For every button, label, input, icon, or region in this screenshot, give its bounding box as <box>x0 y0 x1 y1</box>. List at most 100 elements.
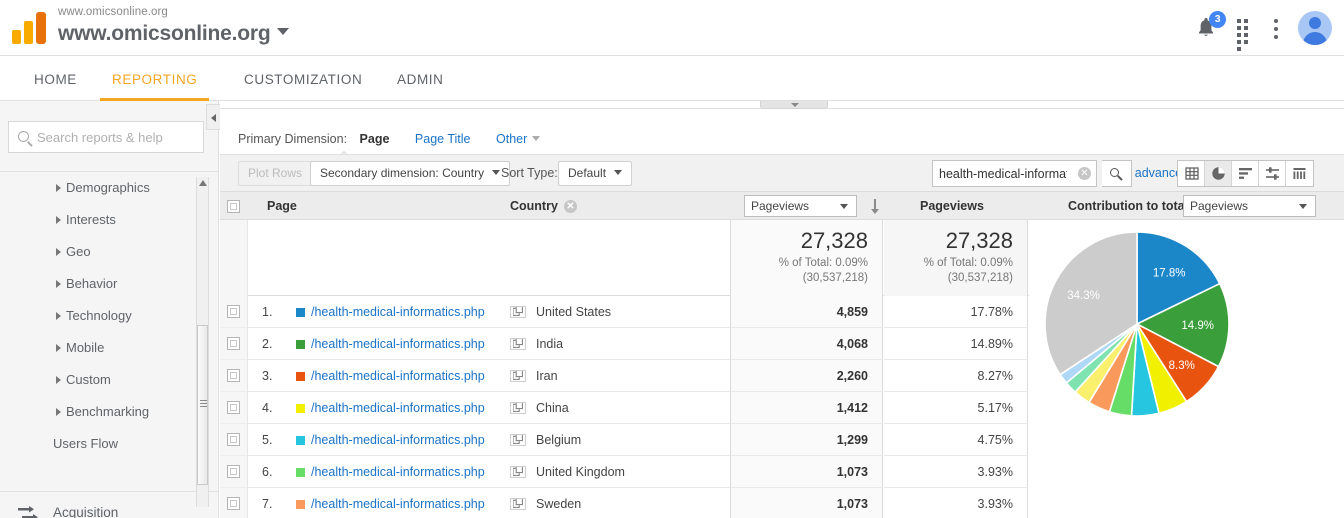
nav-tab-home[interactable]: HOME <box>22 56 89 101</box>
sidebar-item-label: Demographics <box>66 180 150 195</box>
user-avatar[interactable] <box>1298 11 1332 45</box>
row-checkbox[interactable] <box>227 369 240 382</box>
column-header-country[interactable]: Country ✕ <box>510 192 577 221</box>
sidebar-item-custom[interactable]: Custom <box>0 364 219 396</box>
comparison-view-icon[interactable] <box>1259 161 1286 186</box>
row-checkbox[interactable] <box>227 433 240 446</box>
row-page-link[interactable]: /health-medical-informatics.php <box>311 424 485 456</box>
remove-secondary-dimension-icon[interactable]: ✕ <box>563 200 577 213</box>
panel-collapse-handle[interactable] <box>760 101 828 109</box>
row-pageviews-value: 1,073 <box>731 456 883 488</box>
nav-tab-admin[interactable]: ADMIN <box>385 56 456 101</box>
pie-chart-view-icon[interactable] <box>1205 161 1232 186</box>
row-checkbox-cell <box>220 360 248 392</box>
search-reports-input[interactable] <box>37 122 197 152</box>
clear-search-icon[interactable]: ✕ <box>1078 167 1091 180</box>
sidebar-item-demographics[interactable]: Demographics <box>0 172 219 204</box>
sidebar-item-users-flow[interactable]: Users Flow <box>0 428 219 460</box>
row-checkbox-cell <box>220 488 248 518</box>
sidebar-item-interests[interactable]: Interests <box>0 204 219 236</box>
scrollbar-thumb[interactable] <box>197 325 208 485</box>
primary-dimension-bar: Primary Dimension: Page Page Title Other <box>220 124 1344 154</box>
row-page-link[interactable]: /health-medical-informatics.php <box>311 456 485 488</box>
chevron-down-icon <box>791 103 799 107</box>
metric-select[interactable]: Pageviews <box>744 195 857 217</box>
row-checkbox[interactable] <box>227 401 240 414</box>
country-flag-icon <box>510 338 526 350</box>
row-country-name: Sweden <box>536 497 582 511</box>
row-contribution-value: 4.75% <box>884 424 1028 456</box>
sidebar-item-acquisition[interactable]: Acquisition <box>0 493 219 518</box>
table-search-input[interactable] <box>939 161 1067 186</box>
pivot-view-icon[interactable] <box>1286 161 1313 186</box>
row-page-link[interactable]: /health-medical-informatics.php <box>311 360 485 392</box>
chevron-down-icon <box>492 170 501 175</box>
primary-dimension-other[interactable]: Other <box>496 132 527 146</box>
sidebar-item-technology[interactable]: Technology <box>0 300 219 332</box>
row-page-link[interactable]: /health-medical-informatics.php <box>311 328 485 360</box>
chevron-down-icon[interactable] <box>277 28 290 35</box>
row-checkbox[interactable] <box>227 305 240 318</box>
column-header-pageviews[interactable]: Pageviews <box>920 192 984 221</box>
sidebar-item-mobile[interactable]: Mobile <box>0 332 219 364</box>
row-country-cell: Iran <box>510 360 731 392</box>
chevron-down-icon[interactable] <box>532 136 541 141</box>
scroll-up-icon[interactable] <box>199 180 207 186</box>
contribution-metric-select[interactable]: Pageviews <box>1183 195 1316 217</box>
table-view-icon[interactable] <box>1178 161 1205 186</box>
row-country-cell: United States <box>510 296 731 328</box>
main-content: Primary Dimension: Page Page Title Other… <box>220 101 1344 518</box>
row-color-swatch <box>296 308 305 317</box>
sort-descending-icon[interactable] <box>869 199 881 215</box>
primary-dimension-label: Primary Dimension: <box>238 132 348 146</box>
sidebar-collapse-button[interactable] <box>206 104 220 130</box>
column-header-page[interactable]: Page <box>267 192 297 221</box>
secondary-dimension-button[interactable]: Secondary dimension: Country <box>310 161 511 186</box>
sidebar-search[interactable] <box>8 121 204 153</box>
table-search-button[interactable] <box>1102 160 1132 187</box>
apps-grid-icon[interactable] <box>1236 19 1255 51</box>
sidebar-item-geo[interactable]: Geo <box>0 236 219 268</box>
nav-tab-reporting[interactable]: REPORTING <box>100 56 210 101</box>
country-flag-icon <box>510 466 526 478</box>
row-page-cell: 7. /health-medical-informatics.php <box>248 488 523 518</box>
primary-dimension-page-title[interactable]: Page Title <box>415 132 471 146</box>
row-checkbox-cell <box>220 328 248 360</box>
row-page-link[interactable]: /health-medical-informatics.php <box>311 392 485 424</box>
primary-dimension-page[interactable]: Page <box>360 132 390 146</box>
brand-block: www.omicsonline.org www.omicsonline.org <box>58 4 290 48</box>
pie-slice-label: 8.3% <box>1169 360 1195 372</box>
row-checkbox[interactable] <box>227 465 240 478</box>
sidebar-item-label: Interests <box>66 212 116 227</box>
row-country-cell: United Kingdom <box>510 456 731 488</box>
sort-type-select[interactable]: Default <box>558 161 633 186</box>
sidebar-item-list: Demographics Interests Geo Behavior Tech… <box>0 172 219 460</box>
nav-tab-customization[interactable]: CUSTOMIZATION <box>232 56 374 101</box>
notifications-bell-icon[interactable]: 3 <box>1195 11 1227 40</box>
row-pageviews-value: 4,859 <box>731 296 883 328</box>
sort-type-value: Default <box>568 166 607 180</box>
chevron-right-icon <box>56 376 61 384</box>
pie-slice-label: 14.9% <box>1181 320 1214 332</box>
row-checkbox[interactable] <box>227 337 240 350</box>
more-options-icon[interactable] <box>1274 18 1279 39</box>
select-all-checkbox[interactable] <box>227 200 240 213</box>
totals-pageviews-absolute: (30,537,218) <box>802 272 868 284</box>
row-color-swatch <box>296 436 305 445</box>
row-page-link[interactable]: /health-medical-informatics.php <box>311 488 485 518</box>
contribution-pie-chart[interactable]: 17.8% 14.9% 8.3% 34.3% <box>1029 220 1344 518</box>
row-contribution-value: 14.89% <box>884 328 1028 360</box>
property-selector-label[interactable]: www.omicsonline.org <box>58 20 271 48</box>
sidebar-item-benchmarking[interactable]: Benchmarking <box>0 396 219 428</box>
top-icon-group: 3 <box>1179 11 1332 51</box>
sidebar-scrollbar[interactable] <box>196 177 209 507</box>
plot-rows-button[interactable]: Plot Rows <box>238 161 313 186</box>
sidebar-item-behavior[interactable]: Behavior <box>0 268 219 300</box>
row-checkbox-cell <box>220 296 248 328</box>
performance-view-icon[interactable] <box>1232 161 1259 186</box>
table-search-box[interactable]: ✕ <box>932 160 1097 187</box>
chevron-right-icon <box>56 408 61 416</box>
row-page-link[interactable]: /health-medical-informatics.php <box>311 296 485 328</box>
sidebar-item-label: Behavior <box>66 276 118 291</box>
row-checkbox[interactable] <box>227 497 240 510</box>
